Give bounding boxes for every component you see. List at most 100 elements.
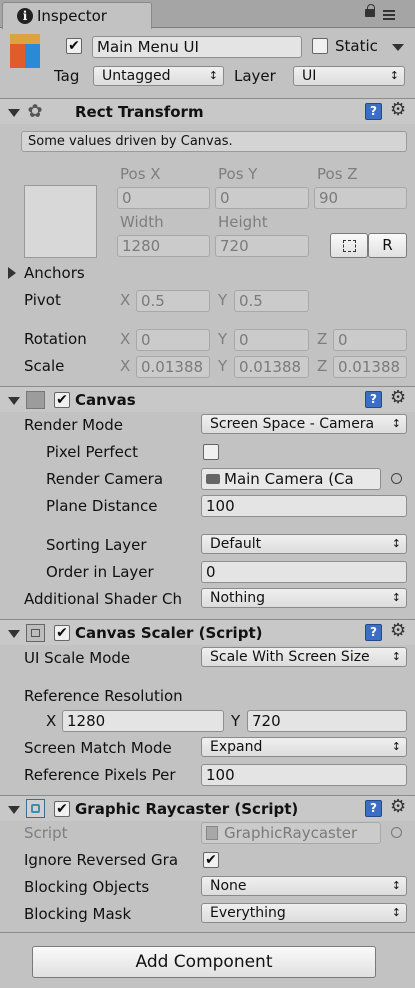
blocking-objects-label: Blocking Objects — [24, 878, 150, 896]
canvas-component-icon — [26, 391, 45, 409]
object-picker-icon — [391, 827, 402, 838]
tag-label: Tag — [54, 67, 80, 85]
raw-edit-button[interactable]: R — [368, 233, 407, 258]
shader-channels-label: Additional Shader Ch — [24, 590, 182, 608]
help-book-icon[interactable]: ? — [365, 800, 382, 817]
settings-gear-icon[interactable]: ⚙ — [390, 101, 410, 119]
reference-pixels-field[interactable]: 100 — [201, 764, 407, 786]
script-file-icon — [206, 826, 218, 840]
object-name-field[interactable]: Main Menu UI — [92, 36, 302, 58]
layer-dropdown[interactable]: UI — [293, 66, 405, 86]
help-book-icon[interactable]: ? — [365, 103, 382, 120]
scale-z-field: 0.01388 — [333, 356, 407, 378]
tab-inspector[interactable]: i Inspector — [2, 2, 152, 29]
lock-icon[interactable] — [365, 4, 375, 17]
pivot-label: Pivot — [24, 291, 61, 309]
layer-label: Layer — [234, 67, 276, 85]
anchor-preset-box[interactable] — [24, 185, 97, 258]
rotation-x-label: X — [120, 330, 131, 348]
screen-match-mode-label: Screen Match Mode — [24, 739, 172, 757]
active-checkbox[interactable] — [66, 38, 82, 54]
canvas-scaler-foldout-icon[interactable] — [8, 630, 20, 638]
scale-x-label: X — [120, 357, 131, 375]
pivot-x-label: X — [120, 291, 131, 309]
blocking-objects-dropdown[interactable]: None — [201, 876, 407, 896]
blueprint-mode-button[interactable] — [330, 233, 368, 258]
canvas-foldout-icon[interactable] — [8, 397, 20, 405]
shader-channels-dropdown[interactable]: Nothing — [201, 588, 407, 608]
canvas-enabled-checkbox[interactable] — [54, 392, 70, 408]
ignore-reversed-label: Ignore Reversed Gra — [24, 851, 179, 869]
render-mode-dropdown[interactable]: Screen Space - Camera — [201, 414, 407, 434]
camera-icon — [206, 474, 220, 484]
ignore-reversed-checkbox[interactable] — [203, 852, 219, 868]
rotation-y-label: Y — [218, 330, 228, 348]
anchors-foldout-icon[interactable] — [8, 267, 16, 279]
pos-y-field: 0 — [215, 187, 309, 209]
rect-transform-title: Rect Transform — [75, 103, 204, 121]
pixel-perfect-checkbox[interactable] — [203, 444, 219, 460]
ui-scale-mode-dropdown[interactable]: Scale With Screen Size — [201, 647, 407, 667]
reference-resolution-label: Reference Resolution — [24, 687, 183, 705]
settings-gear-icon[interactable]: ⚙ — [390, 798, 410, 816]
gameobject-cube-icon — [10, 34, 44, 70]
render-mode-label: Render Mode — [24, 416, 124, 434]
settings-gear-icon[interactable]: ⚙ — [390, 622, 410, 640]
reference-pixels-label: Reference Pixels Per — [24, 766, 176, 784]
graphic-raycaster-enabled-checkbox[interactable] — [54, 801, 70, 817]
blocking-mask-label: Blocking Mask — [24, 905, 132, 923]
anchors-label[interactable]: Anchors — [24, 264, 85, 282]
order-in-layer-field[interactable]: 0 — [201, 561, 407, 583]
pos-x-field: 0 — [117, 187, 210, 209]
sorting-layer-dropdown[interactable]: Default — [201, 534, 407, 554]
rect-transform-foldout-icon[interactable] — [8, 109, 20, 117]
graphic-raycaster-icon — [26, 799, 45, 818]
pos-y-label: Pos Y — [218, 165, 258, 183]
menu-icon[interactable] — [383, 10, 395, 20]
help-book-icon[interactable]: ? — [365, 391, 382, 408]
height-label: Height — [218, 213, 268, 231]
canvas-title: Canvas — [75, 391, 136, 409]
tag-dropdown[interactable]: Untagged — [93, 66, 224, 86]
ref-res-y-label: Y — [231, 712, 241, 730]
ref-res-x-label: X — [46, 712, 57, 730]
pixel-perfect-label: Pixel Perfect — [46, 443, 139, 461]
script-value: GraphicRaycaster — [224, 824, 358, 842]
static-dropdown-icon[interactable] — [392, 44, 404, 51]
blocking-mask-dropdown[interactable]: Everything — [201, 903, 407, 923]
render-camera-field[interactable]: Main Camera (Ca — [201, 468, 381, 490]
width-label: Width — [120, 213, 164, 231]
static-checkbox[interactable] — [312, 38, 328, 54]
pos-x-label: Pos X — [120, 165, 161, 183]
canvas-scaler-title: Canvas Scaler (Script) — [75, 624, 263, 642]
ui-scale-mode-label: UI Scale Mode — [24, 649, 131, 667]
pos-z-label: Pos Z — [317, 165, 358, 183]
script-field: GraphicRaycaster — [201, 822, 381, 844]
canvas-scaler-enabled-checkbox[interactable] — [54, 625, 70, 641]
order-in-layer-label: Order in Layer — [46, 563, 154, 581]
pivot-y-field: 0.5 — [234, 290, 309, 312]
settings-gear-icon[interactable]: ⚙ — [390, 389, 410, 407]
plane-distance-label: Plane Distance — [46, 497, 158, 515]
canvas-scaler-icon — [26, 624, 45, 642]
scale-y-label: Y — [218, 357, 228, 375]
screen-match-mode-dropdown[interactable]: Expand — [201, 737, 407, 757]
rotation-x-field: 0 — [136, 329, 210, 351]
ref-res-x-field[interactable]: 1280 — [62, 710, 224, 732]
scale-label: Scale — [24, 357, 65, 375]
rotation-z-label: Z — [317, 330, 328, 348]
help-book-icon[interactable]: ? — [365, 624, 382, 641]
add-component-button[interactable]: Add Component — [32, 946, 376, 978]
graphic-raycaster-title: Graphic Raycaster (Script) — [75, 800, 299, 818]
pivot-y-label: Y — [218, 291, 228, 309]
height-field: 720 — [215, 235, 309, 257]
object-picker-icon[interactable] — [391, 473, 402, 484]
driven-help-box: Some values driven by Canvas. — [21, 131, 407, 152]
script-label: Script — [24, 824, 68, 842]
pos-z-field: 90 — [314, 187, 407, 209]
rect-transform-header[interactable] — [0, 98, 415, 124]
scale-y-field: 0.01388 — [234, 356, 309, 378]
ref-res-y-field[interactable]: 720 — [247, 710, 407, 732]
graphic-raycaster-foldout-icon[interactable] — [8, 806, 20, 814]
plane-distance-field[interactable]: 100 — [201, 495, 407, 517]
